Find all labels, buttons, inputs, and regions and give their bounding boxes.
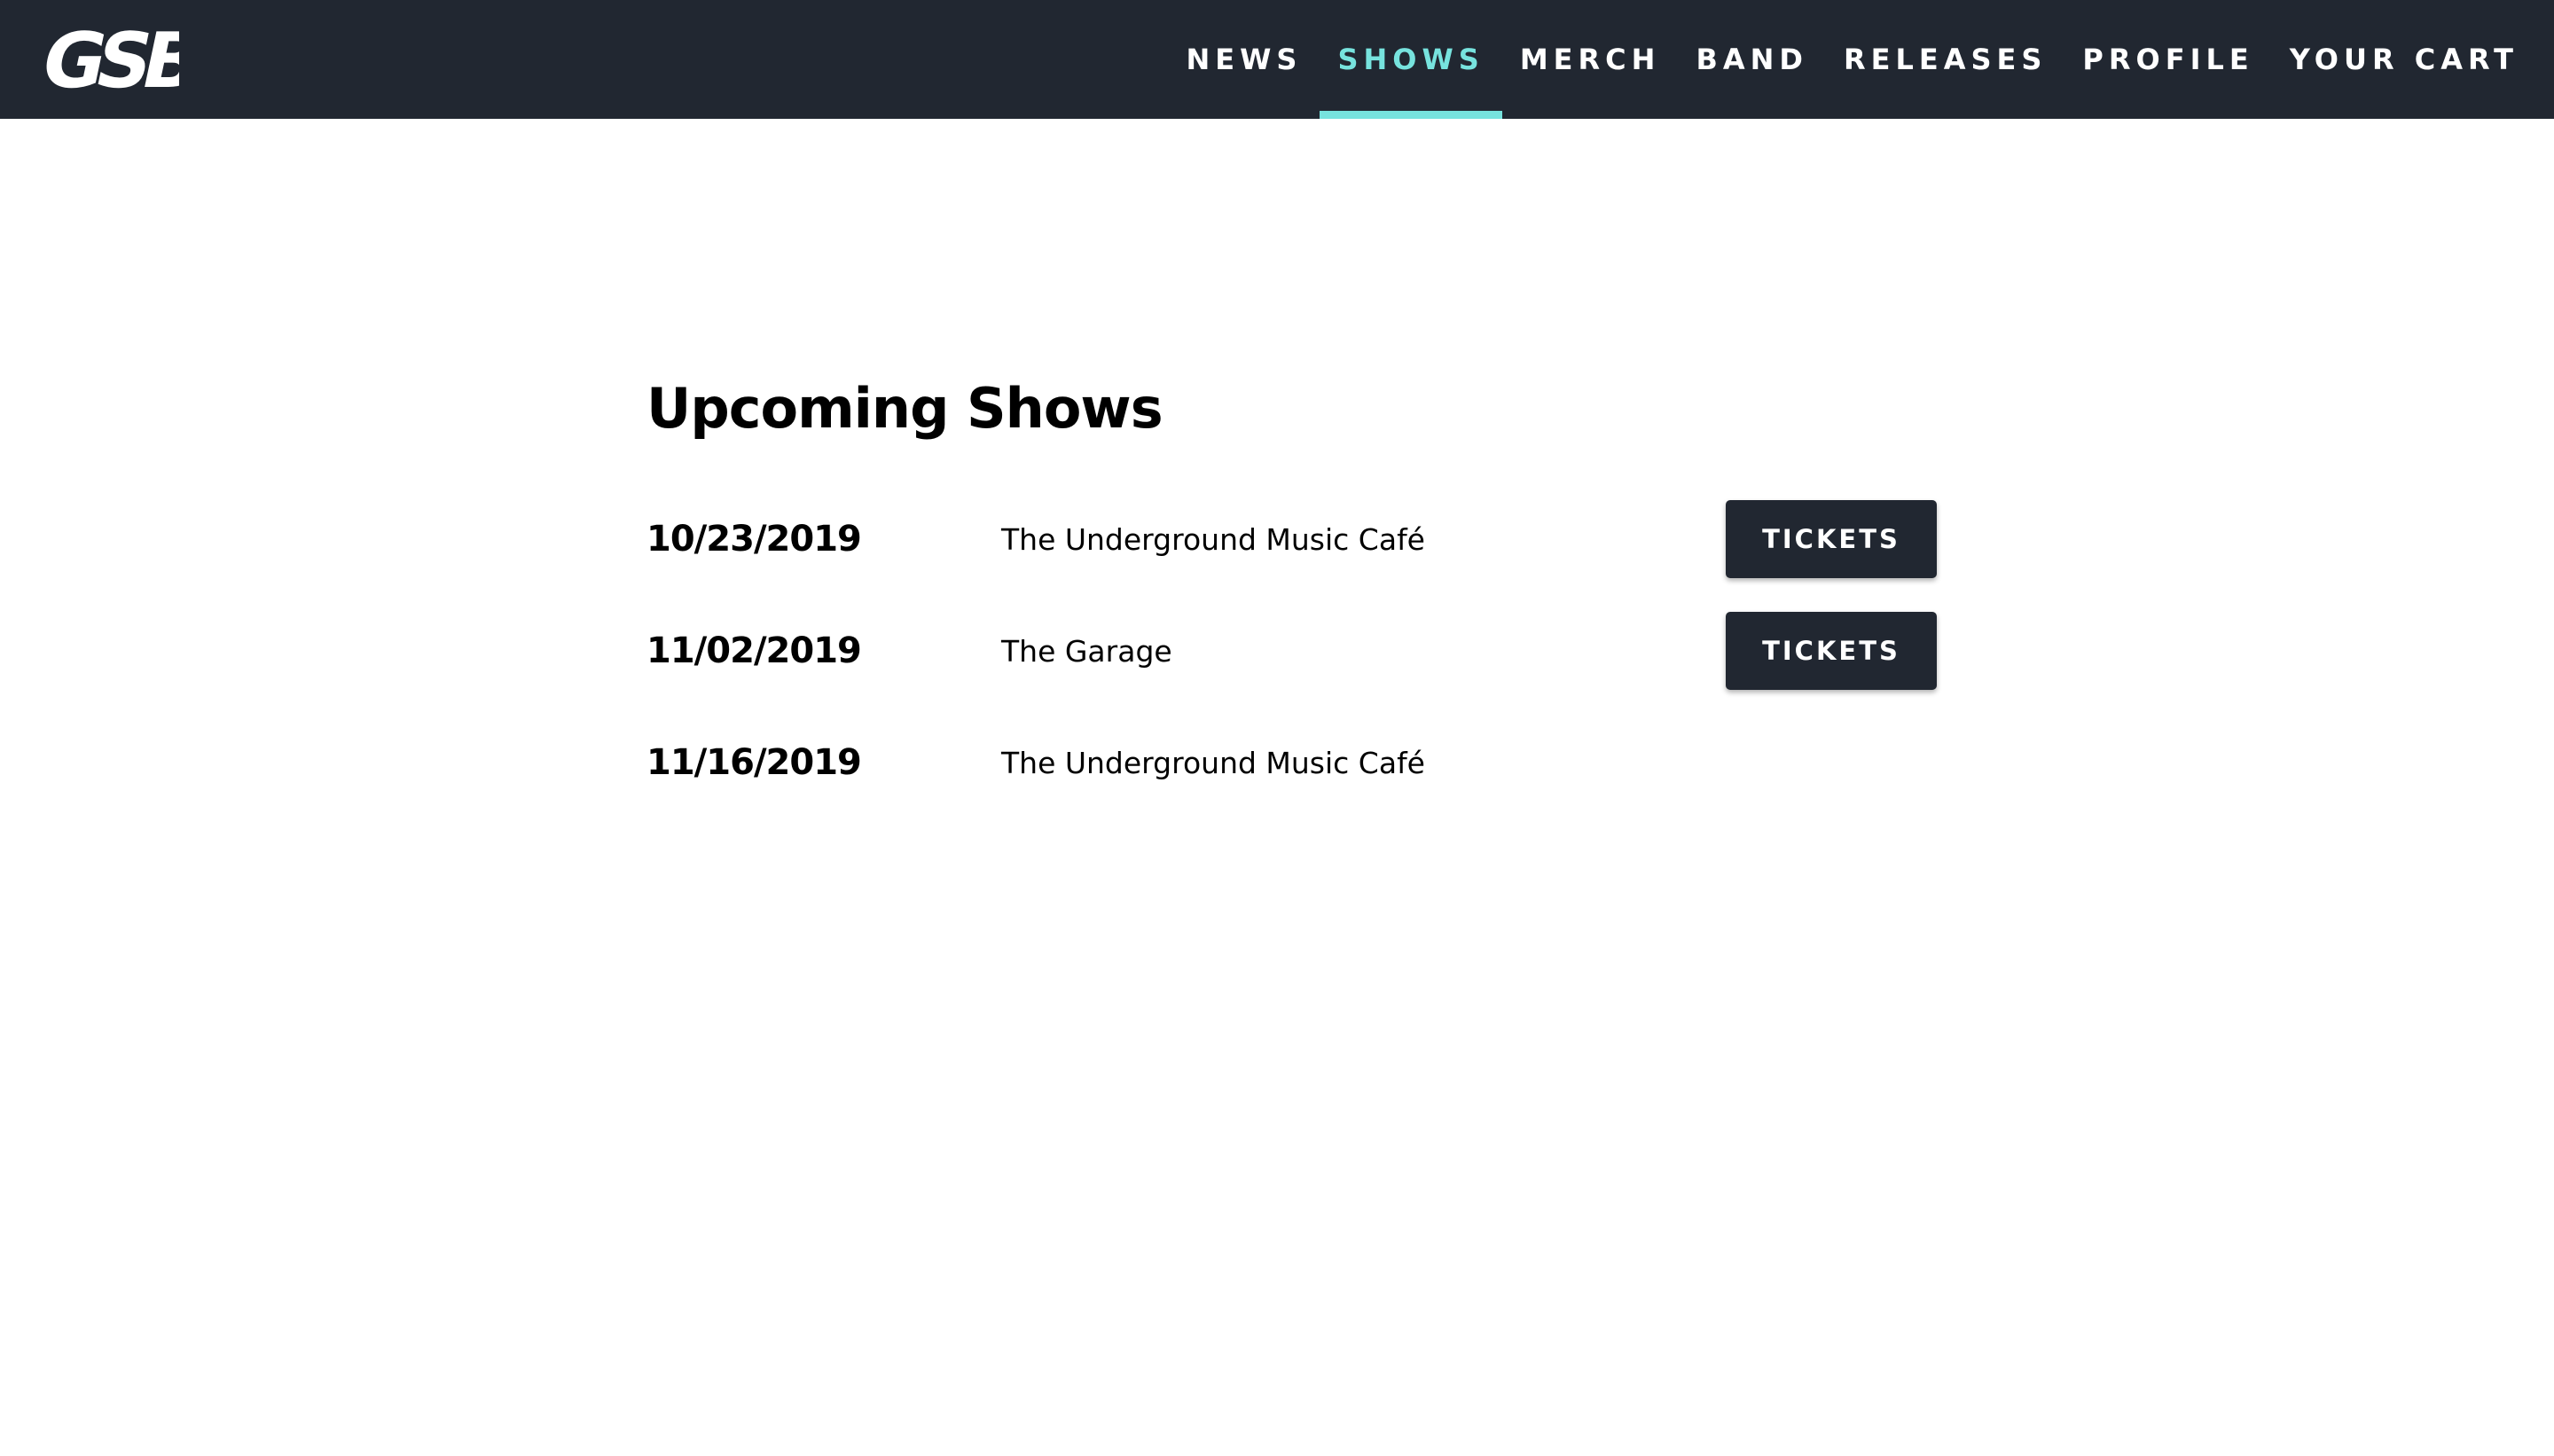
show-date: 10/23/2019 (646, 519, 862, 560)
nav-news[interactable]: NEWS (1168, 0, 1320, 119)
site-header: GSB NEWS SHOWS MERCH BAND RELEASES PROFI… (0, 0, 2554, 119)
main-nav: NEWS SHOWS MERCH BAND RELEASES PROFILE Y… (1168, 0, 2536, 119)
svg-text:GSB: GSB (34, 23, 179, 96)
nav-profile[interactable]: PROFILE (2064, 0, 2271, 119)
shows-list: 10/23/2019 The Underground Music Café TI… (646, 500, 1938, 835)
show-row: 11/02/2019 The Garage TICKETS (646, 612, 1938, 724)
tickets-button[interactable]: TICKETS (1726, 500, 1937, 578)
show-row: 10/23/2019 The Underground Music Café TI… (646, 500, 1938, 612)
show-date: 11/02/2019 (646, 630, 862, 671)
nav-merch[interactable]: MERCH (1502, 0, 1679, 119)
show-venue: The Garage (1001, 633, 1172, 669)
show-venue: The Underground Music Café (1001, 521, 1425, 557)
nav-releases[interactable]: RELEASES (1826, 0, 2064, 119)
show-date: 11/16/2019 (646, 742, 862, 783)
nav-your-cart[interactable]: YOUR CART (2272, 0, 2536, 119)
nav-band[interactable]: BAND (1678, 0, 1826, 119)
nav-shows[interactable]: SHOWS (1320, 0, 1503, 119)
tickets-button[interactable]: TICKETS (1726, 612, 1937, 690)
logo-mark: GSB (34, 23, 179, 96)
show-row: 11/16/2019 The Underground Music Café (646, 724, 1938, 835)
gsb-logo[interactable]: GSB (25, 23, 179, 96)
show-venue: The Underground Music Café (1001, 745, 1425, 780)
page-title: Upcoming Shows (646, 376, 1163, 441)
main-content: Upcoming Shows 10/23/2019 The Undergroun… (646, 381, 1938, 835)
